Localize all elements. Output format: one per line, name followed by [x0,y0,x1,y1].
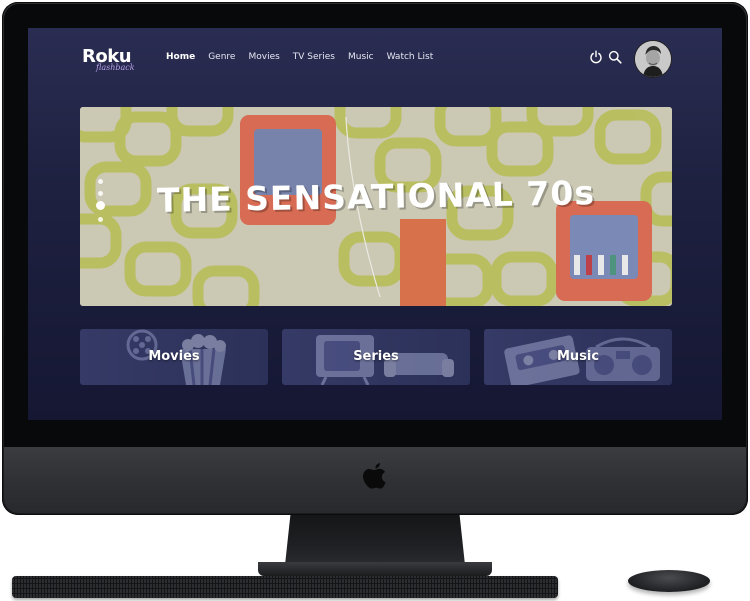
nav-links: Home Genre Movies TV Series Music Watch … [166,52,446,62]
app-screen: Roku flashback Home Genre Movies TV Seri… [28,28,722,420]
category-tile-series[interactable]: Series [282,329,470,385]
search-icon[interactable] [608,50,622,64]
power-icon[interactable] [589,50,603,64]
avatar-portrait-icon [635,41,671,77]
user-avatar[interactable] [635,41,671,77]
brand-subtitle: flashback [96,63,135,72]
apple-logo-icon [363,463,386,489]
nav-link-genre[interactable]: Genre [208,52,235,62]
nav-link-music[interactable]: Music [348,52,374,62]
mouse [628,570,710,592]
category-tile-music[interactable]: Music [484,329,672,385]
category-label: Movies [148,349,200,364]
nav-link-tv-series[interactable]: TV Series [293,52,335,62]
keyboard [12,576,558,598]
category-label: Music [556,349,600,364]
top-navigation: Roku flashback Home Genre Movies TV Seri… [28,28,722,90]
hero-banner[interactable]: THE SENSATIONAL 70s [80,107,672,306]
monitor-stand-base [258,562,492,576]
category-tile-movies[interactable]: Movies [80,329,268,385]
nav-link-home[interactable]: Home [166,52,195,62]
nav-link-watch-list[interactable]: Watch List [387,52,434,62]
brand-logo[interactable]: Roku flashback [82,46,154,74]
category-label: Series [353,349,399,364]
monitor-stand [285,515,465,565]
nav-link-movies[interactable]: Movies [248,52,279,62]
